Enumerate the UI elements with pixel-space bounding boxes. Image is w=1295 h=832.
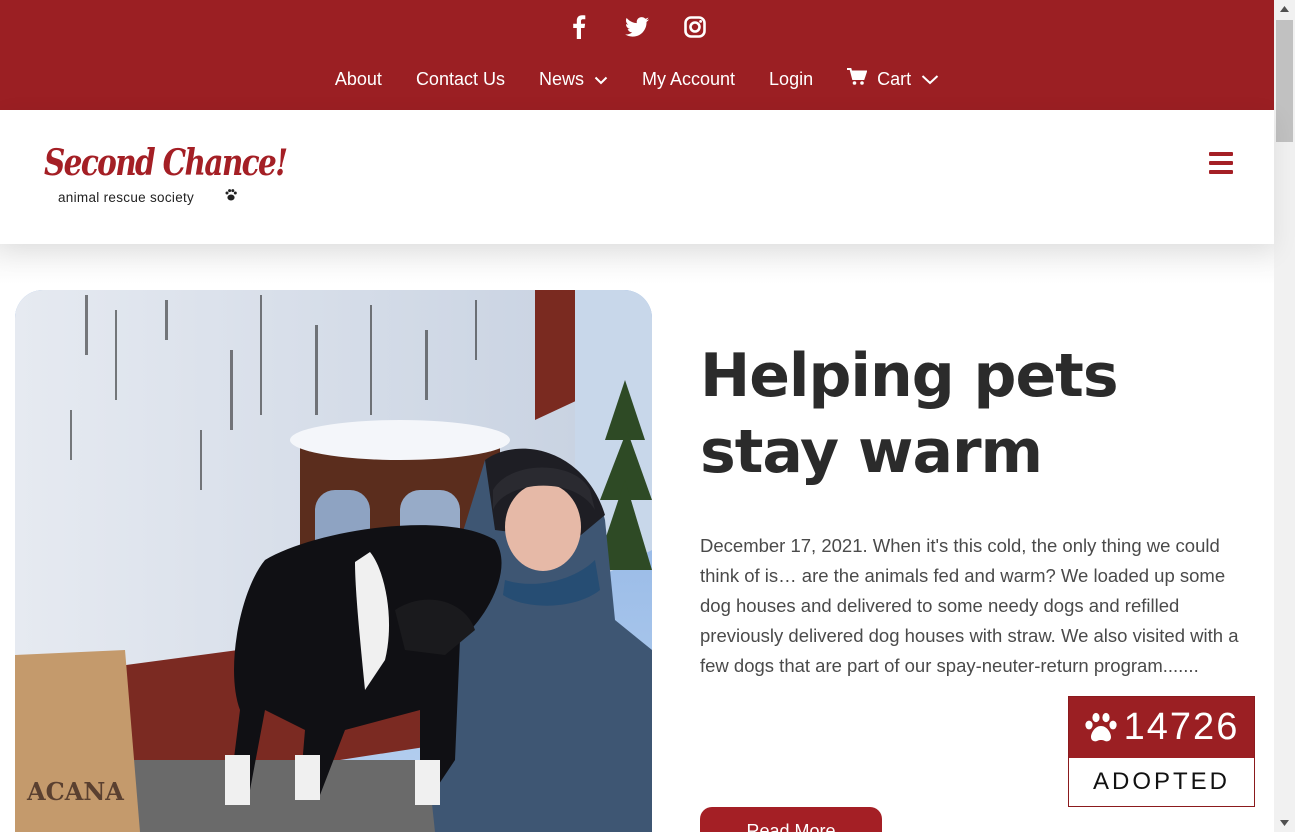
nav-contact-label: Contact Us bbox=[415, 69, 505, 89]
top-bar: About Contact Us News My Account Login C… bbox=[0, 0, 1274, 110]
chevron-down-icon bbox=[921, 74, 939, 85]
twitter-icon[interactable] bbox=[625, 12, 649, 42]
post-title[interactable]: Helping pets stay warm bbox=[700, 338, 1200, 490]
logo-paw-icon bbox=[225, 189, 237, 201]
nav-my-account[interactable]: My Account bbox=[642, 69, 735, 90]
scrollbar-thumb[interactable] bbox=[1276, 20, 1293, 142]
nav-about-label: About bbox=[334, 69, 382, 89]
nav-login[interactable]: Login bbox=[769, 69, 813, 90]
adoption-counter: 14726 ADOPTED bbox=[1068, 696, 1255, 807]
svg-text:ACANA: ACANA bbox=[26, 777, 124, 806]
nav-contact-us[interactable]: Contact Us bbox=[416, 69, 505, 90]
facebook-icon[interactable] bbox=[567, 12, 591, 42]
read-more-button[interactable]: Read More bbox=[700, 807, 882, 832]
page-scrollbar[interactable] bbox=[1274, 0, 1295, 832]
chevron-down-icon bbox=[594, 75, 608, 85]
nav-about[interactable]: About bbox=[335, 69, 382, 90]
scroll-down-arrow-icon[interactable] bbox=[1274, 814, 1295, 832]
menu-icon[interactable] bbox=[1209, 152, 1233, 174]
adopted-count: 14726 bbox=[1123, 706, 1240, 748]
nav-news-label: News bbox=[538, 69, 584, 89]
social-links bbox=[0, 12, 1274, 42]
scroll-up-arrow-icon[interactable] bbox=[1274, 0, 1295, 18]
site-logo[interactable]: Second Chance! animal rescue society bbox=[44, 142, 288, 212]
nav-login-label: Login bbox=[769, 69, 814, 89]
post-excerpt: December 17, 2021. When it's this cold, … bbox=[700, 535, 1239, 676]
instagram-icon[interactable] bbox=[683, 12, 707, 42]
cart-icon bbox=[847, 68, 868, 91]
main-nav: About Contact Us News My Account Login C… bbox=[0, 68, 1274, 91]
counter-header: 14726 bbox=[1069, 697, 1254, 758]
logo-subtitle: animal rescue society bbox=[58, 190, 195, 205]
adopted-label: ADOPTED bbox=[1092, 768, 1230, 795]
nav-news[interactable]: News bbox=[539, 69, 608, 90]
logo-title: Second Chance! bbox=[44, 142, 288, 184]
paw-icon bbox=[1085, 712, 1117, 741]
nav-cart[interactable]: Cart bbox=[847, 68, 939, 91]
nav-my-account-label: My Account bbox=[642, 69, 736, 89]
post-image[interactable]: ACANA bbox=[15, 290, 652, 832]
site-header: Second Chance! animal rescue society bbox=[0, 110, 1274, 244]
nav-cart-label: Cart bbox=[877, 69, 912, 89]
